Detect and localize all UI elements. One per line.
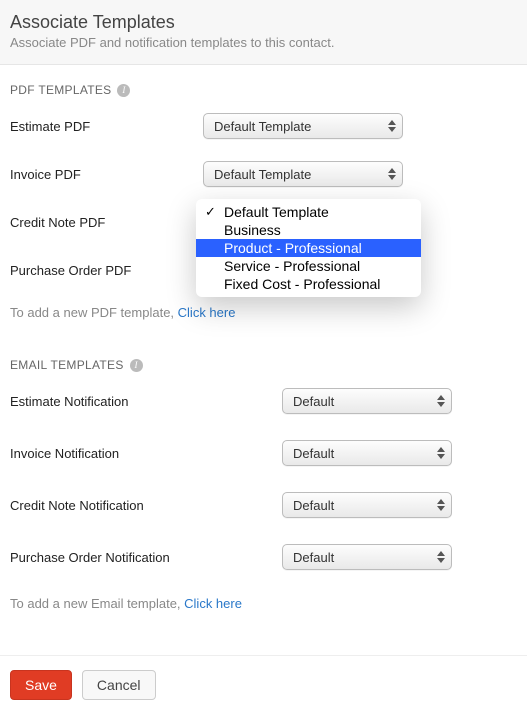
dropdown-option[interactable]: Fixed Cost - Professional bbox=[196, 275, 421, 293]
creditnote-email-label: Credit Note Notification bbox=[10, 498, 282, 513]
email-templates-section: EMAIL TEMPLATES i Estimate Notification … bbox=[0, 340, 527, 631]
cancel-button[interactable]: Cancel bbox=[82, 670, 156, 700]
email-section-title: EMAIL TEMPLATES i bbox=[10, 358, 517, 372]
updown-icon bbox=[386, 165, 398, 183]
pdf-templates-section: PDF TEMPLATES i Estimate PDF Default Tem… bbox=[0, 65, 527, 340]
email-section-title-text: EMAIL TEMPLATES bbox=[10, 358, 124, 372]
invoice-pdf-row: Invoice PDF Default Template bbox=[10, 161, 517, 187]
pdf-add-note-text: To add a new PDF template, bbox=[10, 305, 178, 320]
purchaseorder-email-select[interactable]: Default bbox=[282, 544, 452, 570]
creditnote-email-row: Credit Note Notification Default bbox=[10, 492, 517, 518]
purchaseorder-email-value: Default bbox=[293, 550, 334, 565]
invoice-email-row: Invoice Notification Default bbox=[10, 440, 517, 466]
dropdown-option-label: Business bbox=[224, 222, 281, 238]
dropdown-option[interactable]: Product - Professional bbox=[196, 239, 421, 257]
email-add-note-text: To add a new Email template, bbox=[10, 596, 184, 611]
dropdown-option-label: Fixed Cost - Professional bbox=[224, 276, 380, 292]
estimate-email-select[interactable]: Default bbox=[282, 388, 452, 414]
estimate-pdf-value: Default Template bbox=[214, 119, 311, 134]
updown-icon bbox=[435, 444, 447, 462]
dropdown-option-label: Service - Professional bbox=[224, 258, 360, 274]
creditnote-email-select[interactable]: Default bbox=[282, 492, 452, 518]
invoice-email-select[interactable]: Default bbox=[282, 440, 452, 466]
creditnote-email-value: Default bbox=[293, 498, 334, 513]
dropdown-option[interactable]: Service - Professional bbox=[196, 257, 421, 275]
creditnote-pdf-label: Credit Note PDF bbox=[10, 215, 203, 230]
save-button[interactable]: Save bbox=[10, 670, 72, 700]
pdf-add-note: To add a new PDF template, Click here bbox=[10, 305, 517, 320]
estimate-pdf-label: Estimate PDF bbox=[10, 119, 203, 134]
purchaseorder-email-label: Purchase Order Notification bbox=[10, 550, 282, 565]
creditnote-pdf-dropdown[interactable]: ✓ Default Template Business Product - Profe… bbox=[196, 199, 421, 297]
dropdown-option-label: Product - Professional bbox=[224, 240, 362, 256]
invoice-pdf-value: Default Template bbox=[214, 167, 311, 182]
estimate-email-value: Default bbox=[293, 394, 334, 409]
dropdown-option-label: Default Template bbox=[224, 204, 329, 220]
page-title: Associate Templates bbox=[10, 12, 517, 33]
pdf-section-title: PDF TEMPLATES i bbox=[10, 83, 517, 97]
help-icon[interactable]: i bbox=[130, 359, 143, 372]
estimate-email-label: Estimate Notification bbox=[10, 394, 282, 409]
invoice-pdf-select[interactable]: Default Template bbox=[203, 161, 403, 187]
updown-icon bbox=[386, 117, 398, 135]
email-add-note: To add a new Email template, Click here bbox=[10, 596, 517, 611]
invoice-pdf-label: Invoice PDF bbox=[10, 167, 203, 182]
email-add-link[interactable]: Click here bbox=[184, 596, 242, 611]
updown-icon bbox=[435, 548, 447, 566]
invoice-email-label: Invoice Notification bbox=[10, 446, 282, 461]
dropdown-option[interactable]: ✓ Default Template bbox=[196, 203, 421, 221]
purchaseorder-pdf-label: Purchase Order PDF bbox=[10, 263, 203, 278]
check-icon: ✓ bbox=[205, 204, 216, 220]
page-subtitle: Associate PDF and notification templates… bbox=[10, 35, 517, 50]
updown-icon bbox=[435, 496, 447, 514]
estimate-email-row: Estimate Notification Default bbox=[10, 388, 517, 414]
estimate-pdf-select[interactable]: Default Template bbox=[203, 113, 403, 139]
dropdown-option[interactable]: Business bbox=[196, 221, 421, 239]
help-icon[interactable]: i bbox=[117, 84, 130, 97]
pdf-add-link[interactable]: Click here bbox=[178, 305, 236, 320]
estimate-pdf-row: Estimate PDF Default Template bbox=[10, 113, 517, 139]
updown-icon bbox=[435, 392, 447, 410]
purchaseorder-email-row: Purchase Order Notification Default bbox=[10, 544, 517, 570]
page-header: Associate Templates Associate PDF and no… bbox=[0, 0, 527, 65]
invoice-email-value: Default bbox=[293, 446, 334, 461]
pdf-section-title-text: PDF TEMPLATES bbox=[10, 83, 111, 97]
footer: Save Cancel bbox=[0, 655, 527, 724]
